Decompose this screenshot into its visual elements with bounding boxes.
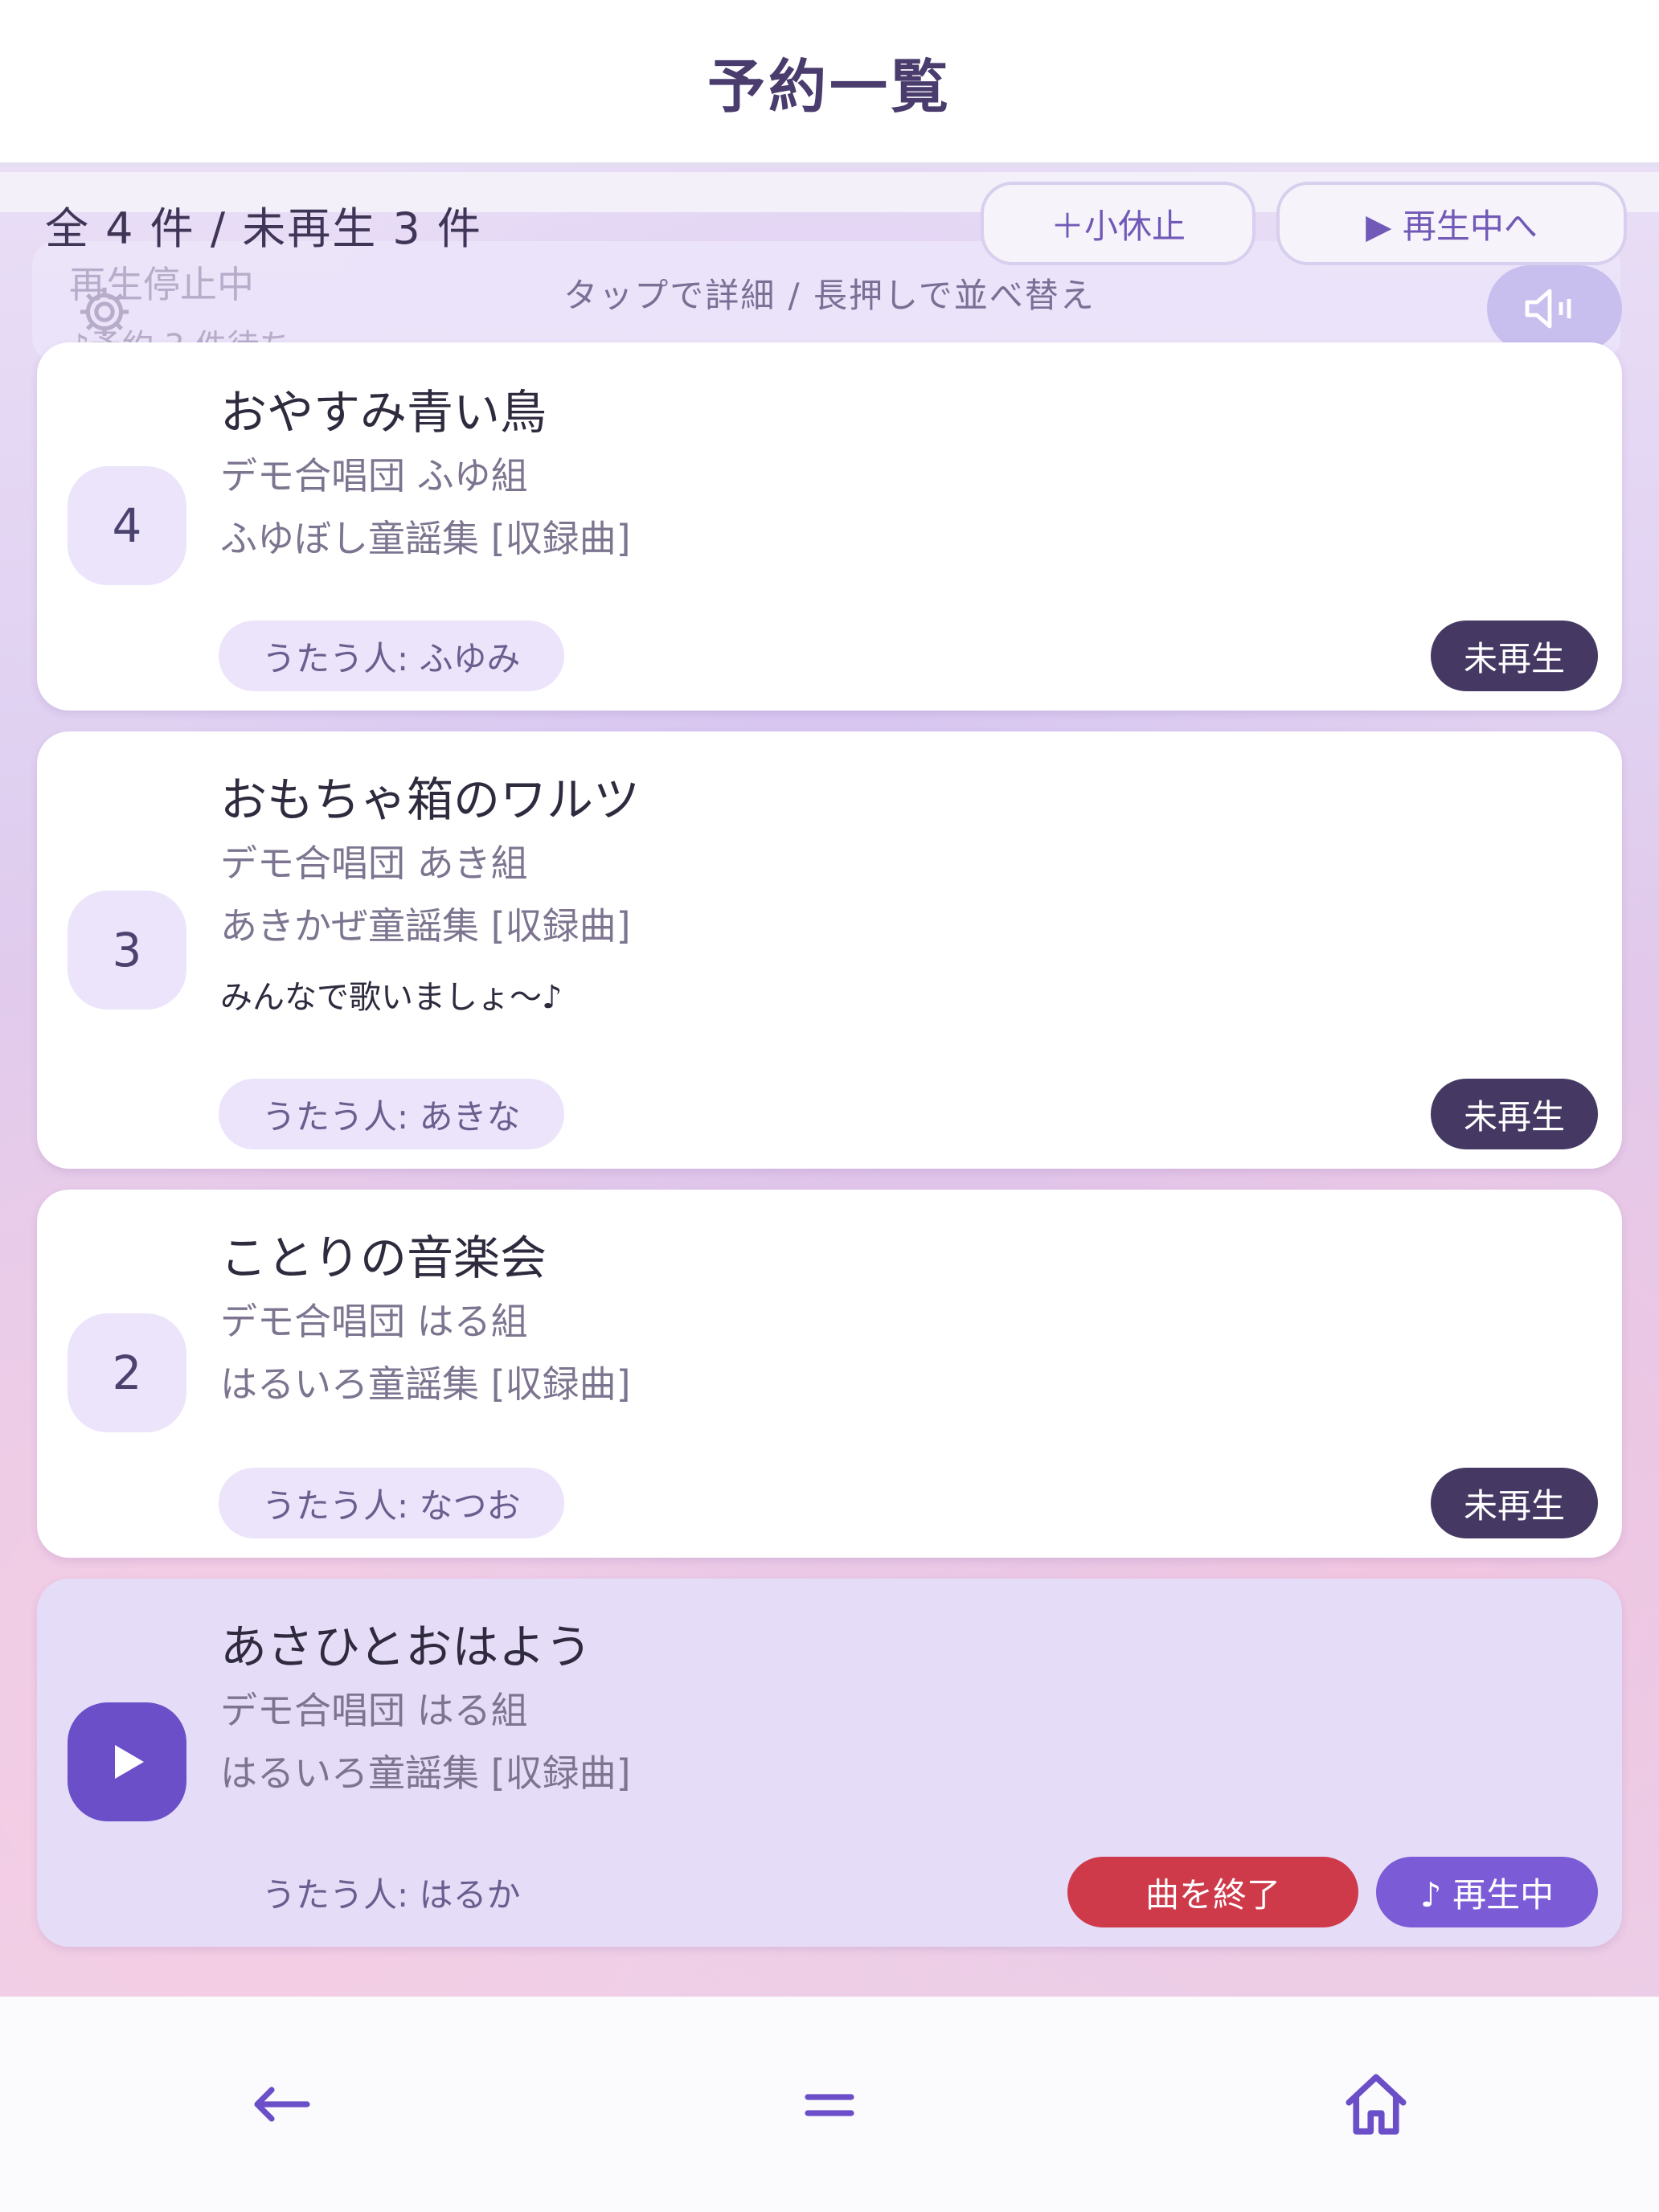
singer-chip: うたう人: あきな bbox=[219, 1079, 564, 1149]
group-name: デモ合唱団 あき組 bbox=[220, 842, 528, 885]
queue-number: 3 bbox=[68, 891, 186, 1010]
home-icon[interactable] bbox=[1336, 2064, 1416, 2144]
play-icon[interactable] bbox=[68, 1702, 186, 1821]
now-playing-card[interactable]: あさひとおはよう デモ合唱団 はる組 はるいろ童謡集 [収録曲] うたう人: は… bbox=[37, 1579, 1622, 1947]
album-name: はるいろ童謡集 [収録曲] bbox=[220, 1362, 631, 1406]
queue-counts: 全 4 件 / 未再生 3 件 bbox=[45, 203, 482, 254]
go-to-playing-button[interactable]: ▶ 再生中へ bbox=[1276, 182, 1627, 265]
queue-number: 2 bbox=[68, 1313, 186, 1432]
arrow-left-icon[interactable] bbox=[241, 2064, 322, 2144]
menu-icon[interactable] bbox=[789, 2064, 870, 2144]
playing-badge: ♪ 再生中 bbox=[1376, 1857, 1598, 1927]
queue-card[interactable]: 2 ことりの音楽会 デモ合唱団 はる組 はるいろ童謡集 [収録曲] うたう人: … bbox=[37, 1190, 1622, 1558]
album-name: はるいろ童謡集 [収録曲] bbox=[220, 1751, 631, 1795]
status-badge: 未再生 bbox=[1431, 1468, 1598, 1538]
queue-card[interactable]: 4 おやすみ青い鳥 デモ合唱団 ふゆ組 ふゆぼし童謡集 [収録曲] うたう人: … bbox=[37, 342, 1622, 711]
group-name: デモ合唱団 はる組 bbox=[220, 1300, 528, 1343]
app-header: 予約一覧 bbox=[0, 0, 1659, 167]
singer-chip: うたう人: はるか bbox=[262, 1874, 521, 1915]
bottom-nav bbox=[0, 1997, 1659, 2212]
song-title: あさひとおはよう bbox=[220, 1620, 592, 1674]
queue-card[interactable]: 3 おもちゃ箱のワルツ デモ合唱団 あき組 あきかぜ童謡集 [収録曲] みんなで… bbox=[37, 731, 1622, 1169]
status-badge: 未再生 bbox=[1431, 1079, 1598, 1149]
end-song-button[interactable]: 曲を終了 bbox=[1067, 1857, 1358, 1927]
queue-number: 4 bbox=[68, 466, 186, 585]
album-name: あきかぜ童謡集 [収録曲] bbox=[220, 904, 631, 948]
reorder-hint: タップで詳細 / 長押しで並べ替え bbox=[563, 276, 1096, 315]
album-name: ふゆぼし童謡集 [収録曲] bbox=[220, 517, 631, 560]
song-title: おやすみ青い鳥 bbox=[220, 385, 547, 440]
status-badge: 未再生 bbox=[1431, 621, 1598, 691]
song-title: おもちゃ箱のワルツ bbox=[220, 772, 641, 827]
song-title: ことりの音楽会 bbox=[220, 1231, 547, 1285]
add-short-break-button[interactable]: ＋小休止 bbox=[981, 182, 1256, 265]
singer-chip: うたう人: ふゆみ bbox=[219, 621, 564, 691]
group-name: デモ合唱団 はる組 bbox=[220, 1689, 528, 1732]
singer-chip: うたう人: なつお bbox=[219, 1468, 564, 1538]
group-name: デモ合唱団 ふゆ組 bbox=[220, 454, 528, 498]
page-title: 予約一覧 bbox=[707, 52, 952, 121]
reservation-comment: みんなで歌いましょ〜♪ bbox=[220, 979, 563, 1016]
